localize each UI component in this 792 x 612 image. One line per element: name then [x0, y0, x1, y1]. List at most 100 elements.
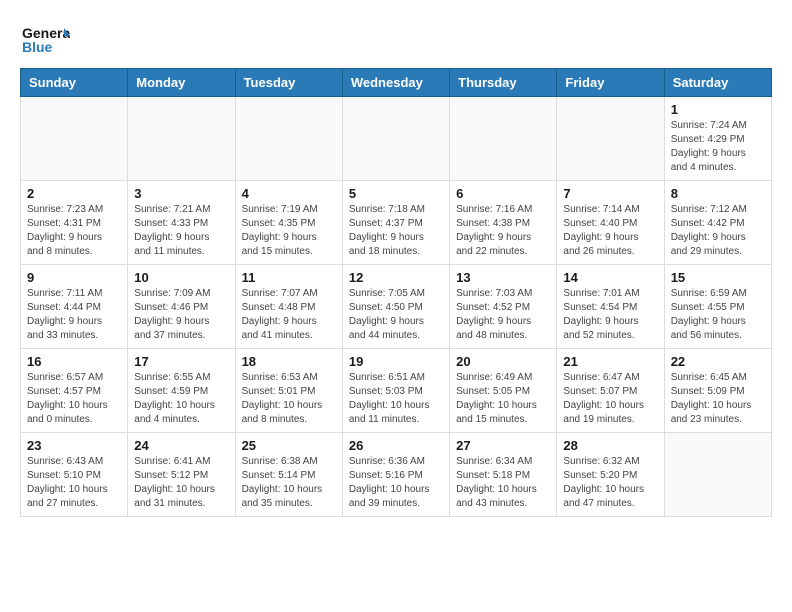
calendar-cell: 20 Sunrise: 6:49 AM Sunset: 5:05 PM Dayli…: [450, 349, 557, 433]
calendar-cell: [342, 97, 449, 181]
weekday-header: Monday: [128, 69, 235, 97]
day-info: Sunrise: 6:55 AM Sunset: 4:59 PM Dayligh…: [134, 371, 228, 427]
calendar-week-row: 1 Sunrise: 7:24 AM Sunset: 4:29 PM Daylig…: [21, 97, 772, 181]
day-info: Sunrise: 6:41 AM Sunset: 5:12 PM Dayligh…: [134, 455, 228, 511]
calendar-cell: 10 Sunrise: 7:09 AM Sunset: 4:46 PM Dayli…: [128, 265, 235, 349]
day-number: 19: [349, 354, 443, 369]
day-number: 6: [456, 186, 550, 201]
calendar-cell: [21, 97, 128, 181]
day-info: Sunrise: 6:47 AM Sunset: 5:07 PM Dayligh…: [563, 371, 657, 427]
day-info: Sunrise: 7:05 AM Sunset: 4:50 PM Dayligh…: [349, 287, 443, 343]
day-number: 14: [563, 270, 657, 285]
calendar-cell: 11Sunrise: 7:07 AM Sunset: 4:48 PM Dayli…: [235, 265, 342, 349]
day-number: 1: [671, 102, 765, 117]
calendar-cell: [450, 97, 557, 181]
calendar-week-row: 16Sunrise: 6:57 AM Sunset: 4:57 PM Dayli…: [21, 349, 772, 433]
calendar-cell: 18 Sunrise: 6:53 AM Sunset: 5:01 PM Dayli…: [235, 349, 342, 433]
calendar-cell: [128, 97, 235, 181]
day-number: 4: [242, 186, 336, 201]
calendar-cell: 14 Sunrise: 7:01 AM Sunset: 4:54 PM Dayli…: [557, 265, 664, 349]
day-info: Sunrise: 7:24 AM Sunset: 4:29 PM Dayligh…: [671, 119, 765, 175]
day-info: Sunrise: 6:49 AM Sunset: 5:05 PM Dayligh…: [456, 371, 550, 427]
day-info: Sunrise: 7:09 AM Sunset: 4:46 PM Dayligh…: [134, 287, 228, 343]
calendar-cell: 16Sunrise: 6:57 AM Sunset: 4:57 PM Dayli…: [21, 349, 128, 433]
day-info: Sunrise: 7:18 AM Sunset: 4:37 PM Dayligh…: [349, 203, 443, 259]
day-info: Sunrise: 7:14 AM Sunset: 4:40 PM Dayligh…: [563, 203, 657, 259]
calendar-cell: 15 Sunrise: 6:59 AM Sunset: 4:55 PM Dayli…: [664, 265, 771, 349]
day-number: 28: [563, 438, 657, 453]
day-info: Sunrise: 6:45 AM Sunset: 5:09 PM Dayligh…: [671, 371, 765, 427]
calendar-cell: 12 Sunrise: 7:05 AM Sunset: 4:50 PM Dayli…: [342, 265, 449, 349]
calendar-cell: [664, 433, 771, 517]
day-info: Sunrise: 7:19 AM Sunset: 4:35 PM Dayligh…: [242, 203, 336, 259]
day-info: Sunrise: 7:03 AM Sunset: 4:52 PM Dayligh…: [456, 287, 550, 343]
calendar-cell: [557, 97, 664, 181]
calendar-cell: 13 Sunrise: 7:03 AM Sunset: 4:52 PM Dayli…: [450, 265, 557, 349]
logo-icon: General Blue: [20, 20, 70, 60]
calendar-cell: 24 Sunrise: 6:41 AM Sunset: 5:12 PM Dayli…: [128, 433, 235, 517]
calendar-cell: 9 Sunrise: 7:11 AM Sunset: 4:44 PM Daylig…: [21, 265, 128, 349]
day-number: 13: [456, 270, 550, 285]
calendar-cell: 1 Sunrise: 7:24 AM Sunset: 4:29 PM Daylig…: [664, 97, 771, 181]
weekday-header: Saturday: [664, 69, 771, 97]
calendar-cell: 27 Sunrise: 6:34 AM Sunset: 5:18 PM Dayli…: [450, 433, 557, 517]
day-info: Sunrise: 6:34 AM Sunset: 5:18 PM Dayligh…: [456, 455, 550, 511]
day-number: 12: [349, 270, 443, 285]
day-number: 17: [134, 354, 228, 369]
calendar-cell: 25 Sunrise: 6:38 AM Sunset: 5:14 PM Dayli…: [235, 433, 342, 517]
day-number: 7: [563, 186, 657, 201]
day-info: Sunrise: 7:16 AM Sunset: 4:38 PM Dayligh…: [456, 203, 550, 259]
day-number: 23: [27, 438, 121, 453]
day-number: 11: [242, 270, 336, 285]
day-info: Sunrise: 6:53 AM Sunset: 5:01 PM Dayligh…: [242, 371, 336, 427]
day-number: 2: [27, 186, 121, 201]
day-number: 25: [242, 438, 336, 453]
day-info: Sunrise: 6:36 AM Sunset: 5:16 PM Dayligh…: [349, 455, 443, 511]
calendar-cell: 4 Sunrise: 7:19 AM Sunset: 4:35 PM Daylig…: [235, 181, 342, 265]
day-info: Sunrise: 6:32 AM Sunset: 5:20 PM Dayligh…: [563, 455, 657, 511]
day-info: Sunrise: 6:57 AM Sunset: 4:57 PM Dayligh…: [27, 371, 121, 427]
day-number: 8: [671, 186, 765, 201]
weekday-header: Sunday: [21, 69, 128, 97]
calendar-cell: 21 Sunrise: 6:47 AM Sunset: 5:07 PM Dayli…: [557, 349, 664, 433]
weekday-header: Tuesday: [235, 69, 342, 97]
day-info: Sunrise: 7:21 AM Sunset: 4:33 PM Dayligh…: [134, 203, 228, 259]
day-number: 22: [671, 354, 765, 369]
day-info: Sunrise: 7:23 AM Sunset: 4:31 PM Dayligh…: [27, 203, 121, 259]
calendar-cell: 6 Sunrise: 7:16 AM Sunset: 4:38 PM Daylig…: [450, 181, 557, 265]
day-info: Sunrise: 6:38 AM Sunset: 5:14 PM Dayligh…: [242, 455, 336, 511]
day-number: 10: [134, 270, 228, 285]
weekday-header: Friday: [557, 69, 664, 97]
calendar-cell: 26 Sunrise: 6:36 AM Sunset: 5:16 PM Dayli…: [342, 433, 449, 517]
day-number: 26: [349, 438, 443, 453]
calendar-cell: [235, 97, 342, 181]
calendar-header-row: SundayMondayTuesdayWednesdayThursdayFrid…: [21, 69, 772, 97]
day-info: Sunrise: 7:12 AM Sunset: 4:42 PM Dayligh…: [671, 203, 765, 259]
day-number: 5: [349, 186, 443, 201]
day-info: Sunrise: 7:11 AM Sunset: 4:44 PM Dayligh…: [27, 287, 121, 343]
calendar-cell: 2 Sunrise: 7:23 AM Sunset: 4:31 PM Daylig…: [21, 181, 128, 265]
calendar-week-row: 23Sunrise: 6:43 AM Sunset: 5:10 PM Dayli…: [21, 433, 772, 517]
calendar-week-row: 2 Sunrise: 7:23 AM Sunset: 4:31 PM Daylig…: [21, 181, 772, 265]
day-number: 15: [671, 270, 765, 285]
calendar-cell: 23Sunrise: 6:43 AM Sunset: 5:10 PM Dayli…: [21, 433, 128, 517]
calendar-cell: 3 Sunrise: 7:21 AM Sunset: 4:33 PM Daylig…: [128, 181, 235, 265]
calendar-cell: 5 Sunrise: 7:18 AM Sunset: 4:37 PM Daylig…: [342, 181, 449, 265]
weekday-header: Wednesday: [342, 69, 449, 97]
calendar-cell: 7 Sunrise: 7:14 AM Sunset: 4:40 PM Daylig…: [557, 181, 664, 265]
day-number: 24: [134, 438, 228, 453]
day-number: 21: [563, 354, 657, 369]
day-number: 9: [27, 270, 121, 285]
day-number: 3: [134, 186, 228, 201]
day-number: 20: [456, 354, 550, 369]
calendar: SundayMondayTuesdayWednesdayThursdayFrid…: [20, 68, 772, 517]
day-info: Sunrise: 7:01 AM Sunset: 4:54 PM Dayligh…: [563, 287, 657, 343]
calendar-cell: 22 Sunrise: 6:45 AM Sunset: 5:09 PM Dayli…: [664, 349, 771, 433]
logo: General Blue: [20, 20, 70, 60]
day-number: 18: [242, 354, 336, 369]
day-info: Sunrise: 6:59 AM Sunset: 4:55 PM Dayligh…: [671, 287, 765, 343]
calendar-cell: 8 Sunrise: 7:12 AM Sunset: 4:42 PM Daylig…: [664, 181, 771, 265]
calendar-cell: 28 Sunrise: 6:32 AM Sunset: 5:20 PM Dayli…: [557, 433, 664, 517]
weekday-header: Thursday: [450, 69, 557, 97]
day-number: 27: [456, 438, 550, 453]
